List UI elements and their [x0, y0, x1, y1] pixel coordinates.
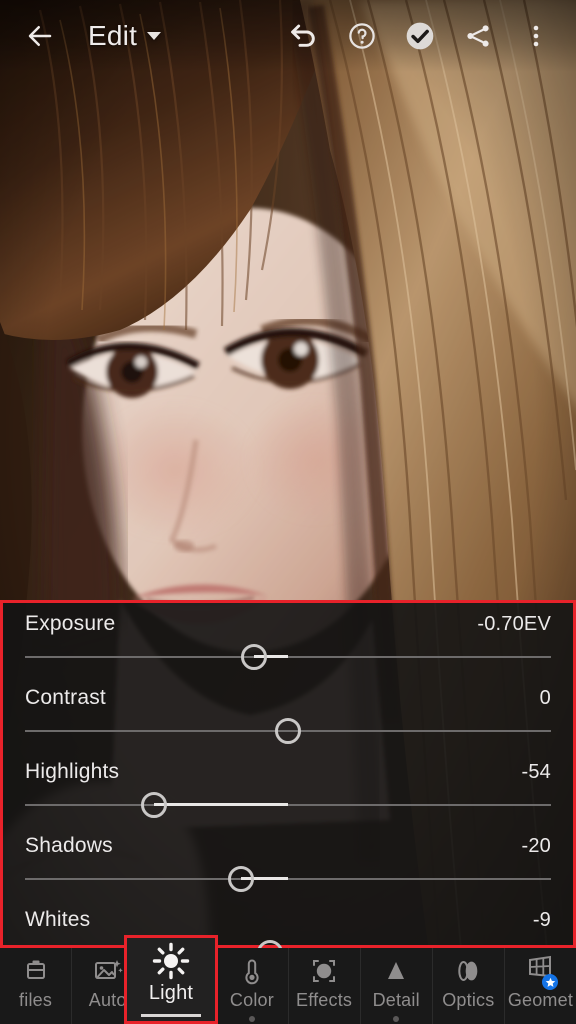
- slider-value-contrast: 0: [539, 687, 551, 709]
- help-circle-icon: [349, 23, 375, 49]
- toolbar-item-effects[interactable]: Effects: [287, 948, 360, 1024]
- slider-track-bg: [25, 656, 551, 658]
- premium-star-badge: [542, 974, 559, 990]
- slider-track-contrast[interactable]: [25, 716, 551, 746]
- edit-title-dropdown[interactable]: Edit: [88, 20, 162, 52]
- slider-header: Shadows -20: [25, 825, 551, 858]
- toolbar-label-effects: Effects: [296, 990, 353, 1010]
- toolbar-label-detail: Detail: [372, 990, 420, 1010]
- slider-header: Whites -9: [25, 899, 551, 932]
- slider-value-exposure: -0.70EV: [477, 613, 551, 635]
- toolbar-label-profiles: files: [19, 990, 53, 1010]
- active-tab-underline: [141, 1014, 201, 1017]
- undo-icon: [291, 24, 315, 47]
- effects-icon: [310, 954, 338, 988]
- auto-magic-icon: [93, 954, 123, 988]
- geometry-icon: [525, 954, 559, 990]
- toolbar-item-light[interactable]: Light: [124, 935, 218, 1024]
- slider-value-highlights: -54: [521, 761, 551, 783]
- profiles-icon: [22, 954, 50, 988]
- chevron-down-icon: [147, 32, 162, 40]
- slider-track-exposure[interactable]: [25, 642, 551, 672]
- top-app-bar: Edit: [0, 0, 576, 72]
- triangle-icon: [383, 954, 409, 988]
- slider-knob-contrast[interactable]: [275, 718, 301, 744]
- toolbar-item-geometry[interactable]: Geomet: [503, 948, 576, 1024]
- done-button[interactable]: [398, 14, 442, 58]
- slider-track-bg: [25, 878, 551, 880]
- share-button[interactable]: [456, 14, 500, 58]
- sun-icon: [152, 942, 190, 980]
- share-icon: [467, 25, 489, 47]
- slider-header: Exposure -0.70EV: [25, 603, 551, 636]
- slider-value-shadows: -20: [521, 835, 551, 857]
- slider-value-whites: -9: [532, 909, 551, 931]
- toolbar-active-dot: [248, 1016, 255, 1022]
- overflow-menu-button[interactable]: [514, 14, 558, 58]
- slider-fill: [153, 803, 288, 806]
- slider-label-whites: Whites: [25, 908, 91, 931]
- slider-row-exposure: Exposure -0.70EV: [25, 603, 551, 677]
- check-circle-icon: [406, 22, 434, 50]
- slider-label-contrast: Contrast: [25, 686, 106, 709]
- lightroom-edit-screen: Edit Exposure -0.70EV Contrast 0 Highlig…: [0, 0, 576, 1024]
- undo-button[interactable]: [282, 14, 326, 58]
- slider-row-highlights: Highlights -54: [25, 751, 551, 825]
- slider-knob-exposure[interactable]: [240, 644, 267, 670]
- slider-knob-highlights[interactable]: [140, 792, 167, 818]
- more-vertical-icon: [533, 25, 539, 47]
- toolbar-active-dot: [393, 1016, 400, 1022]
- toolbar-item-color[interactable]: Color: [215, 948, 287, 1024]
- toolbar-label-light: Light: [148, 982, 194, 1004]
- back-button[interactable]: [18, 14, 62, 58]
- toolbar-label-optics: Optics: [442, 990, 495, 1010]
- slider-track-highlights[interactable]: [25, 790, 551, 820]
- toolbar-label-color: Color: [229, 990, 274, 1010]
- edit-tools-toolbar: files Auto Color Effects Detail Optics G…: [0, 948, 576, 1024]
- slider-track-bg: [25, 804, 551, 806]
- toolbar-item-optics[interactable]: Optics: [431, 948, 504, 1024]
- toolbar-label-geometry: Geomet: [507, 990, 574, 1010]
- slider-label-highlights: Highlights: [25, 760, 120, 783]
- toolbar-item-profiles[interactable]: files: [0, 948, 71, 1024]
- slider-label-shadows: Shadows: [25, 834, 113, 857]
- page-title: Edit: [88, 20, 138, 51]
- toolbar-item-detail[interactable]: Detail: [359, 948, 432, 1024]
- slider-label-exposure: Exposure: [25, 612, 116, 635]
- toolbar-label-auto: Auto: [88, 990, 127, 1010]
- slider-header: Contrast 0: [25, 677, 551, 710]
- arrow-left-icon: [28, 26, 52, 46]
- slider-row-shadows: Shadows -20: [25, 825, 551, 899]
- lens-icon: [453, 954, 483, 988]
- light-adjustments-panel: Exposure -0.70EV Contrast 0 Highlights -…: [0, 600, 576, 966]
- help-button[interactable]: [340, 14, 384, 58]
- slider-row-contrast: Contrast 0: [25, 677, 551, 751]
- thermometer-icon: [241, 954, 263, 988]
- slider-knob-shadows[interactable]: [227, 866, 254, 892]
- topbar-actions: [282, 14, 558, 58]
- slider-track-shadows[interactable]: [25, 864, 551, 894]
- slider-header: Highlights -54: [25, 751, 551, 784]
